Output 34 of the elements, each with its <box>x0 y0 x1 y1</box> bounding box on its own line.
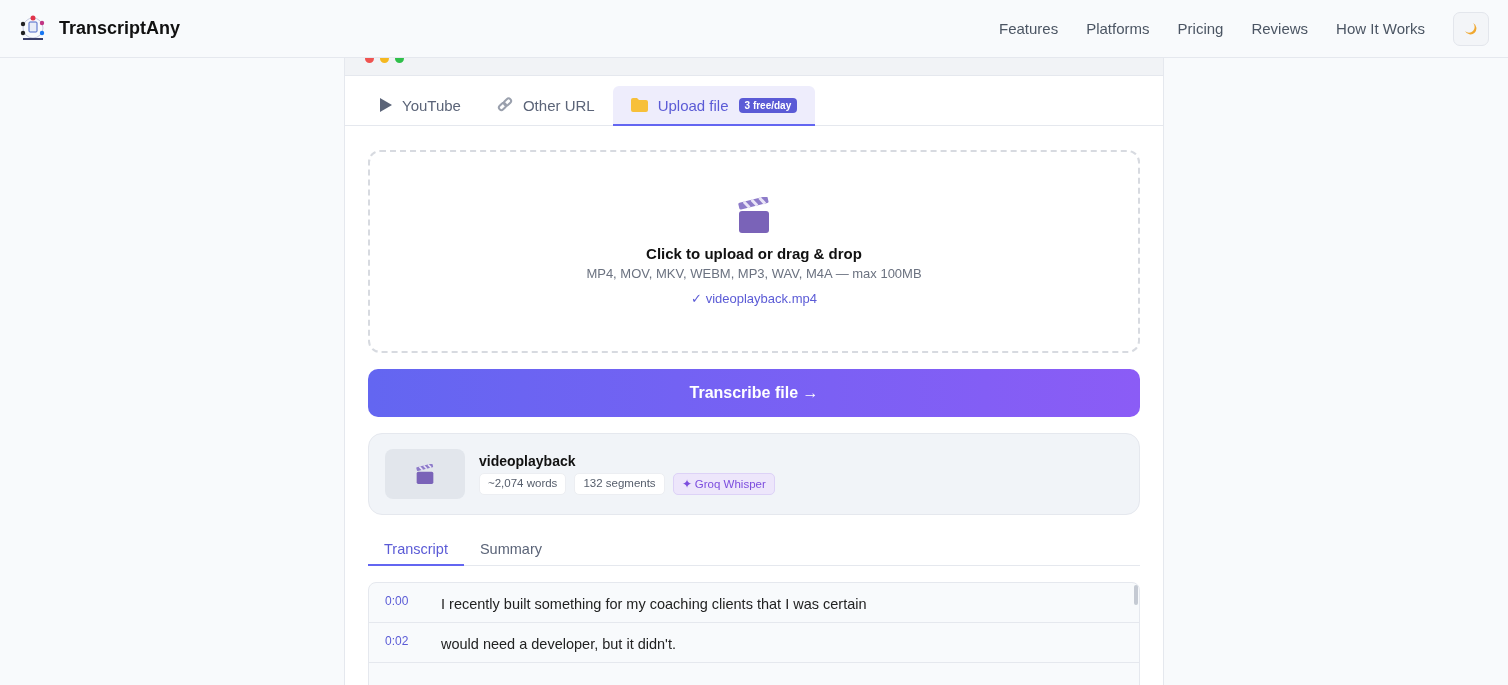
timestamp-link[interactable]: 0:02 <box>385 634 441 648</box>
quota-badge: 3 free/day <box>738 97 798 113</box>
source-tab[interactable]: Upload file 3 free/day <box>612 86 816 126</box>
view-tab[interactable]: Summary <box>463 533 558 566</box>
info-tag: ~2,074 words <box>479 473 567 495</box>
timestamp-link[interactable]: 0:00 <box>385 594 441 608</box>
play-icon <box>380 98 392 112</box>
moon-icon <box>1464 21 1478 36</box>
theme-toggle-button[interactable] <box>1453 11 1489 46</box>
nav-link[interactable]: Reviews <box>1251 20 1309 37</box>
link-icon <box>496 97 513 113</box>
format-hint: MP4, MOV, MKV, WEBM, MP3, WAV, M4A — max 100MB <box>586 266 922 281</box>
brand-name[interactable]: TranscriptAny <box>59 18 181 39</box>
source-tab[interactable]: YouTube <box>362 86 479 126</box>
upload-title: Click to upload or drag & drop <box>646 245 862 262</box>
view-tab[interactable]: Transcript <box>368 533 464 566</box>
source-tab[interactable]: Other URL <box>478 86 613 126</box>
nav-link[interactable]: Platforms <box>1086 20 1150 37</box>
segment-text: I recently built something for my coaching clients that I was certain <box>441 596 867 612</box>
logo-icon <box>19 14 47 43</box>
upload-dropzone[interactable]: Click to upload or drag & drop MP4, MOV, MKV, WEBM, MP3, WAV, M4A — max 100MB ✓ videoplayback.mp4 <box>368 150 1140 353</box>
clapperboard-icon <box>737 197 771 233</box>
info-tag: 132 segments <box>574 473 665 495</box>
folder-icon <box>630 98 648 112</box>
transcribe-button[interactable]: Transcribe file → <box>368 369 1140 417</box>
selected-file-name: ✓ videoplayback.mp4 <box>691 291 817 306</box>
nav-link[interactable]: How It Works <box>1336 20 1425 37</box>
clapperboard-icon <box>415 464 435 484</box>
info-tag: ✦ Groq Whisper <box>672 473 775 495</box>
scrollbar-thumb[interactable] <box>1134 585 1138 605</box>
nav-link[interactable]: Pricing <box>1177 20 1224 37</box>
segment-text: would need a developer, but it didn't. <box>441 636 676 652</box>
result-title: videoplayback <box>479 453 577 469</box>
nav-link[interactable]: Features <box>999 20 1059 37</box>
